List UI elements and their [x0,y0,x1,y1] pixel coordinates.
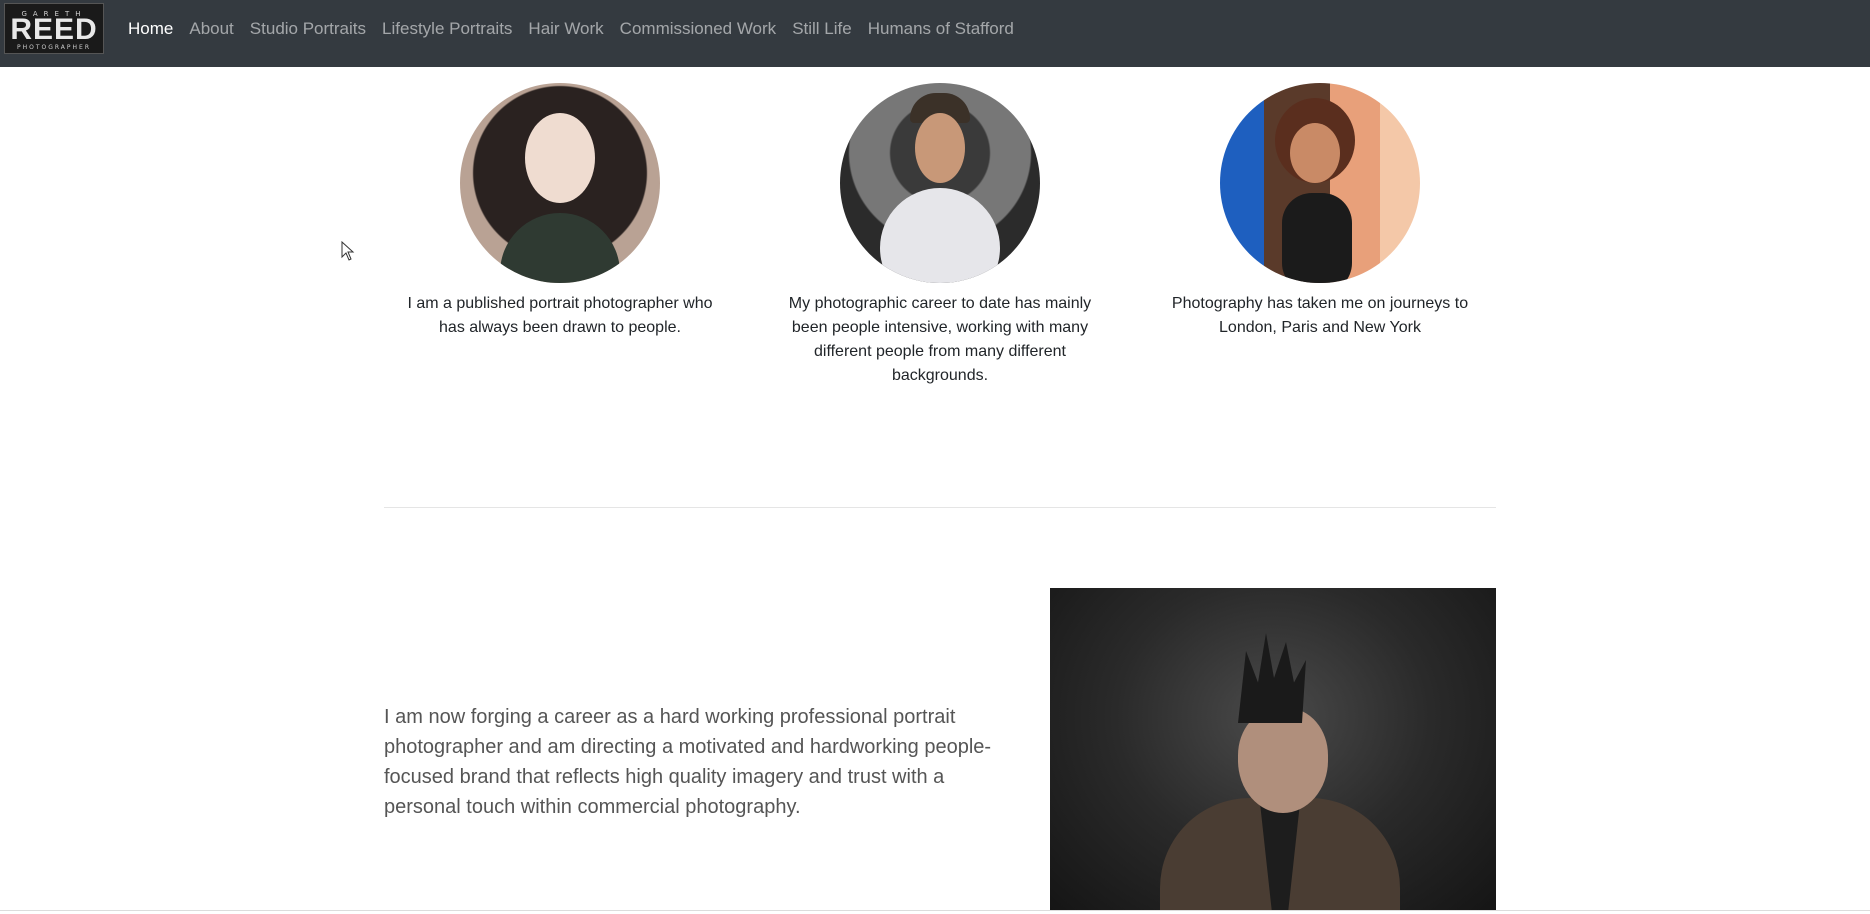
nav-item-still-life[interactable]: Still Life [784,19,860,39]
logo-main-text: REED [10,13,98,46]
portrait-woman-circle-image [460,83,660,283]
nav-item-commissioned-work[interactable]: Commissioned Work [612,19,785,39]
nav-item-hair-work[interactable]: Hair Work [520,19,611,39]
nav-item-about[interactable]: About [181,19,241,39]
nav-item-lifestyle-portraits[interactable]: Lifestyle Portraits [374,19,520,39]
mouse-cursor-icon [341,241,355,261]
nav-item-humans-of-stafford[interactable]: Humans of Stafford [860,19,1022,39]
feature-caption-1: I am a published portrait photographer w… [407,295,713,336]
page-bottom-border [0,910,1870,911]
featurette-portrait-image [1050,588,1496,910]
feature-caption-2: My photographic career to date has mainl… [788,295,1092,384]
portrait-bearded-man-circle-image [840,83,1040,283]
nav-item-studio-portraits[interactable]: Studio Portraits [242,19,374,39]
logo-bottom-text: PHOTOGRAPHER [16,44,91,51]
portrait-curly-hair-woman-circle-image [1220,83,1420,283]
feature-caption-3: Photography has taken me on journeys to … [1171,295,1469,336]
main-nav: Home About Studio Portraits Lifestyle Po… [120,0,1022,58]
nav-item-home[interactable]: Home [120,19,181,39]
featurette-divider [384,507,1496,508]
navbar: GARETH REED PHOTOGRAPHER Home About Stud… [0,0,1870,67]
brand-logo[interactable]: GARETH REED PHOTOGRAPHER [4,3,104,54]
featurette-lead-text: I am now forging a career as a hard work… [384,706,992,818]
